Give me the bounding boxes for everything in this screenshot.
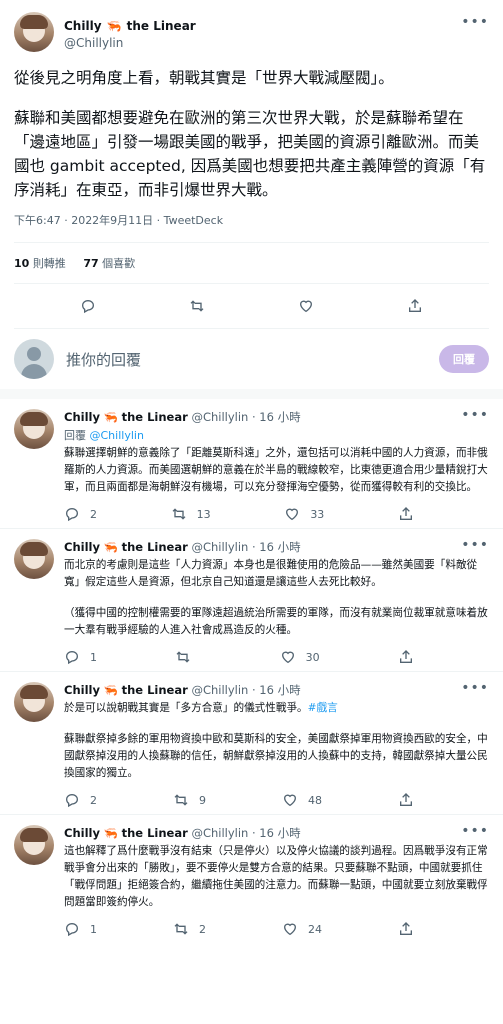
share-icon [400, 922, 412, 935]
more-options-icon[interactable]: ••• [461, 537, 489, 553]
handle[interactable]: @Chillylin [64, 36, 196, 50]
share-icon [399, 507, 412, 520]
share-icon [399, 650, 412, 663]
reply-action[interactable]: 2 [64, 506, 97, 522]
retweet-action[interactable]: 13 [171, 506, 211, 522]
handle-time[interactable]: @Chillylin · 16 小時 [191, 540, 300, 554]
reply-icon [65, 793, 79, 808]
like-icon [281, 651, 294, 664]
shrimp-emoji-icon: 🦐 [103, 540, 118, 554]
hashtag-link[interactable]: #戲言 [308, 702, 338, 714]
tweet-text-paragraph-1: 從後見之明角度上看，朝戰其實是「世界大戰減壓閥」。 [14, 69, 394, 87]
reply-to-handle-link[interactable]: @Chillylin [90, 429, 144, 442]
reply-tweet-2[interactable]: Chilly 🦐 the Linear @Chillylin · 16 小時 而… [0, 529, 503, 671]
tweet-meta[interactable]: 下午6:47 · 2022年9月11日 · TweetDeck [14, 212, 489, 228]
reply-icon[interactable] [80, 298, 96, 314]
shrimp-emoji-icon: 🦐 [103, 683, 118, 697]
action-bar: 1 2 24 [64, 921, 414, 937]
reply-action[interactable]: 1 [64, 649, 97, 665]
avatar[interactable] [14, 539, 54, 579]
display-name-suffix[interactable]: the Linear [127, 19, 196, 33]
likes-stat[interactable]: 77 個喜歡 [83, 257, 135, 270]
display-name[interactable]: Chilly [64, 19, 102, 33]
tweet-text: 這也解釋了爲什麼戰爭沒有結束（只是停火）以及停火協議的談判過程。因爲戰爭沒有正常… [64, 845, 488, 908]
shrimp-emoji-icon: 🦐 [106, 19, 122, 33]
action-bar: 2 13 33 [64, 506, 414, 522]
tweet-text-2: 蘇聯獻祭掉多餘的軍用物資換中歐和莫斯科的安全，美國獻祭掉軍用物資換西歐的安全，中… [64, 733, 488, 779]
display-name[interactable]: Chilly [64, 683, 100, 697]
main-action-bar [14, 284, 489, 328]
more-options-icon[interactable]: ••• [461, 680, 489, 696]
reply-tweet-1[interactable]: Chilly 🦐 the Linear @Chillylin · 16 小時 回… [0, 399, 503, 528]
handle-time[interactable]: @Chillylin · 16 小時 [191, 826, 300, 840]
share-action[interactable] [398, 921, 414, 937]
retweet-action[interactable] [175, 649, 201, 665]
tweet-text: 於是可以說朝戰其實是「多方合意」的儀式性戰爭。#戲言 [64, 702, 338, 714]
main-tweet-header: Chilly 🦐 the Linear @Chillylin ••• [14, 0, 489, 52]
retweet-action[interactable]: 9 [173, 792, 206, 808]
display-name[interactable]: Chilly [64, 410, 100, 424]
section-divider [0, 389, 503, 399]
avatar[interactable] [14, 825, 54, 865]
reply-tweet-3[interactable]: Chilly 🦐 the Linear @Chillylin · 16 小時 於… [0, 672, 503, 814]
retweet-icon [174, 794, 188, 806]
display-name-suffix[interactable]: the Linear [122, 540, 188, 554]
like-icon[interactable] [298, 298, 314, 314]
display-name-suffix[interactable]: the Linear [122, 826, 188, 840]
retweets-stat[interactable]: 10 則轉推 [14, 257, 66, 270]
avatar[interactable] [14, 682, 54, 722]
like-action[interactable]: 33 [284, 506, 324, 522]
retweet-icon[interactable] [189, 298, 205, 314]
avatar[interactable] [14, 12, 54, 52]
display-name-suffix[interactable]: the Linear [122, 683, 188, 697]
shrimp-emoji-icon: 🦐 [103, 826, 118, 840]
more-options-icon[interactable]: ••• [461, 407, 489, 423]
retweet-icon [172, 508, 186, 520]
share-action[interactable] [398, 506, 414, 522]
like-icon [283, 794, 297, 807]
reply-action[interactable]: 2 [64, 792, 97, 808]
retweet-icon [174, 923, 188, 935]
more-options-icon[interactable]: ••• [461, 823, 489, 839]
reply-button[interactable]: 回覆 [439, 345, 489, 373]
main-tweet: Chilly 🦐 the Linear @Chillylin ••• 從後見之明… [0, 0, 503, 389]
retweet-icon [176, 651, 190, 663]
share-icon [400, 793, 412, 806]
share-action[interactable] [398, 792, 414, 808]
tweet-text-2: （獲得中國的控制權需要的軍隊遠超過統治所需要的軍隊，而沒有就業崗位裁軍就意味着放… [64, 607, 488, 636]
reply-tweet-4[interactable]: Chilly 🦐 the Linear @Chillylin · 16 小時 這… [0, 815, 503, 943]
tweet-text: 而北京的考慮則是這些「人力資源」本身也是很難使用的危險品——雖然美國要「料敵從寬… [64, 559, 478, 588]
reply-icon [65, 922, 79, 937]
like-action[interactable]: 48 [282, 792, 322, 808]
like-icon [283, 923, 297, 936]
reply-icon [65, 650, 79, 665]
share-icon[interactable] [407, 298, 423, 314]
handle-time[interactable]: @Chillylin · 16 小時 [191, 683, 300, 697]
like-action[interactable]: 30 [280, 649, 320, 665]
shrimp-emoji-icon: 🦐 [103, 410, 118, 424]
tweet-text-paragraph-2: 蘇聯和美國都想要避免在歐洲的第三次世界大戰，於是蘇聯希望在「邊遠地區」引發一場跟… [14, 109, 486, 199]
tweet-text: 蘇聯選擇朝鮮的意義除了「距離莫斯科遠」之外，還包括可以消耗中國的人力資源，而非俄… [64, 447, 488, 493]
reply-action[interactable]: 1 [64, 921, 97, 937]
like-icon [286, 508, 299, 521]
display-name[interactable]: Chilly [64, 540, 100, 554]
more-options-icon[interactable]: ••• [461, 14, 489, 30]
retweet-action[interactable]: 2 [173, 921, 206, 937]
action-bar: 1 30 [64, 649, 414, 665]
reply-icon [65, 507, 79, 522]
action-bar: 2 9 48 [64, 792, 414, 808]
share-action[interactable] [398, 649, 414, 665]
replying-to: 回覆 @Chillylin [64, 429, 144, 442]
reply-composer: 推你的回覆 回覆 [14, 329, 489, 389]
like-action[interactable]: 24 [282, 921, 322, 937]
reply-input[interactable]: 推你的回覆 [66, 349, 439, 370]
default-avatar-icon [14, 339, 54, 379]
avatar[interactable] [14, 409, 54, 449]
display-name-suffix[interactable]: the Linear [122, 410, 188, 424]
handle-time[interactable]: @Chillylin · 16 小時 [191, 410, 300, 424]
display-name[interactable]: Chilly [64, 826, 100, 840]
engagement-stats: 10 則轉推 77 個喜歡 [14, 243, 489, 283]
